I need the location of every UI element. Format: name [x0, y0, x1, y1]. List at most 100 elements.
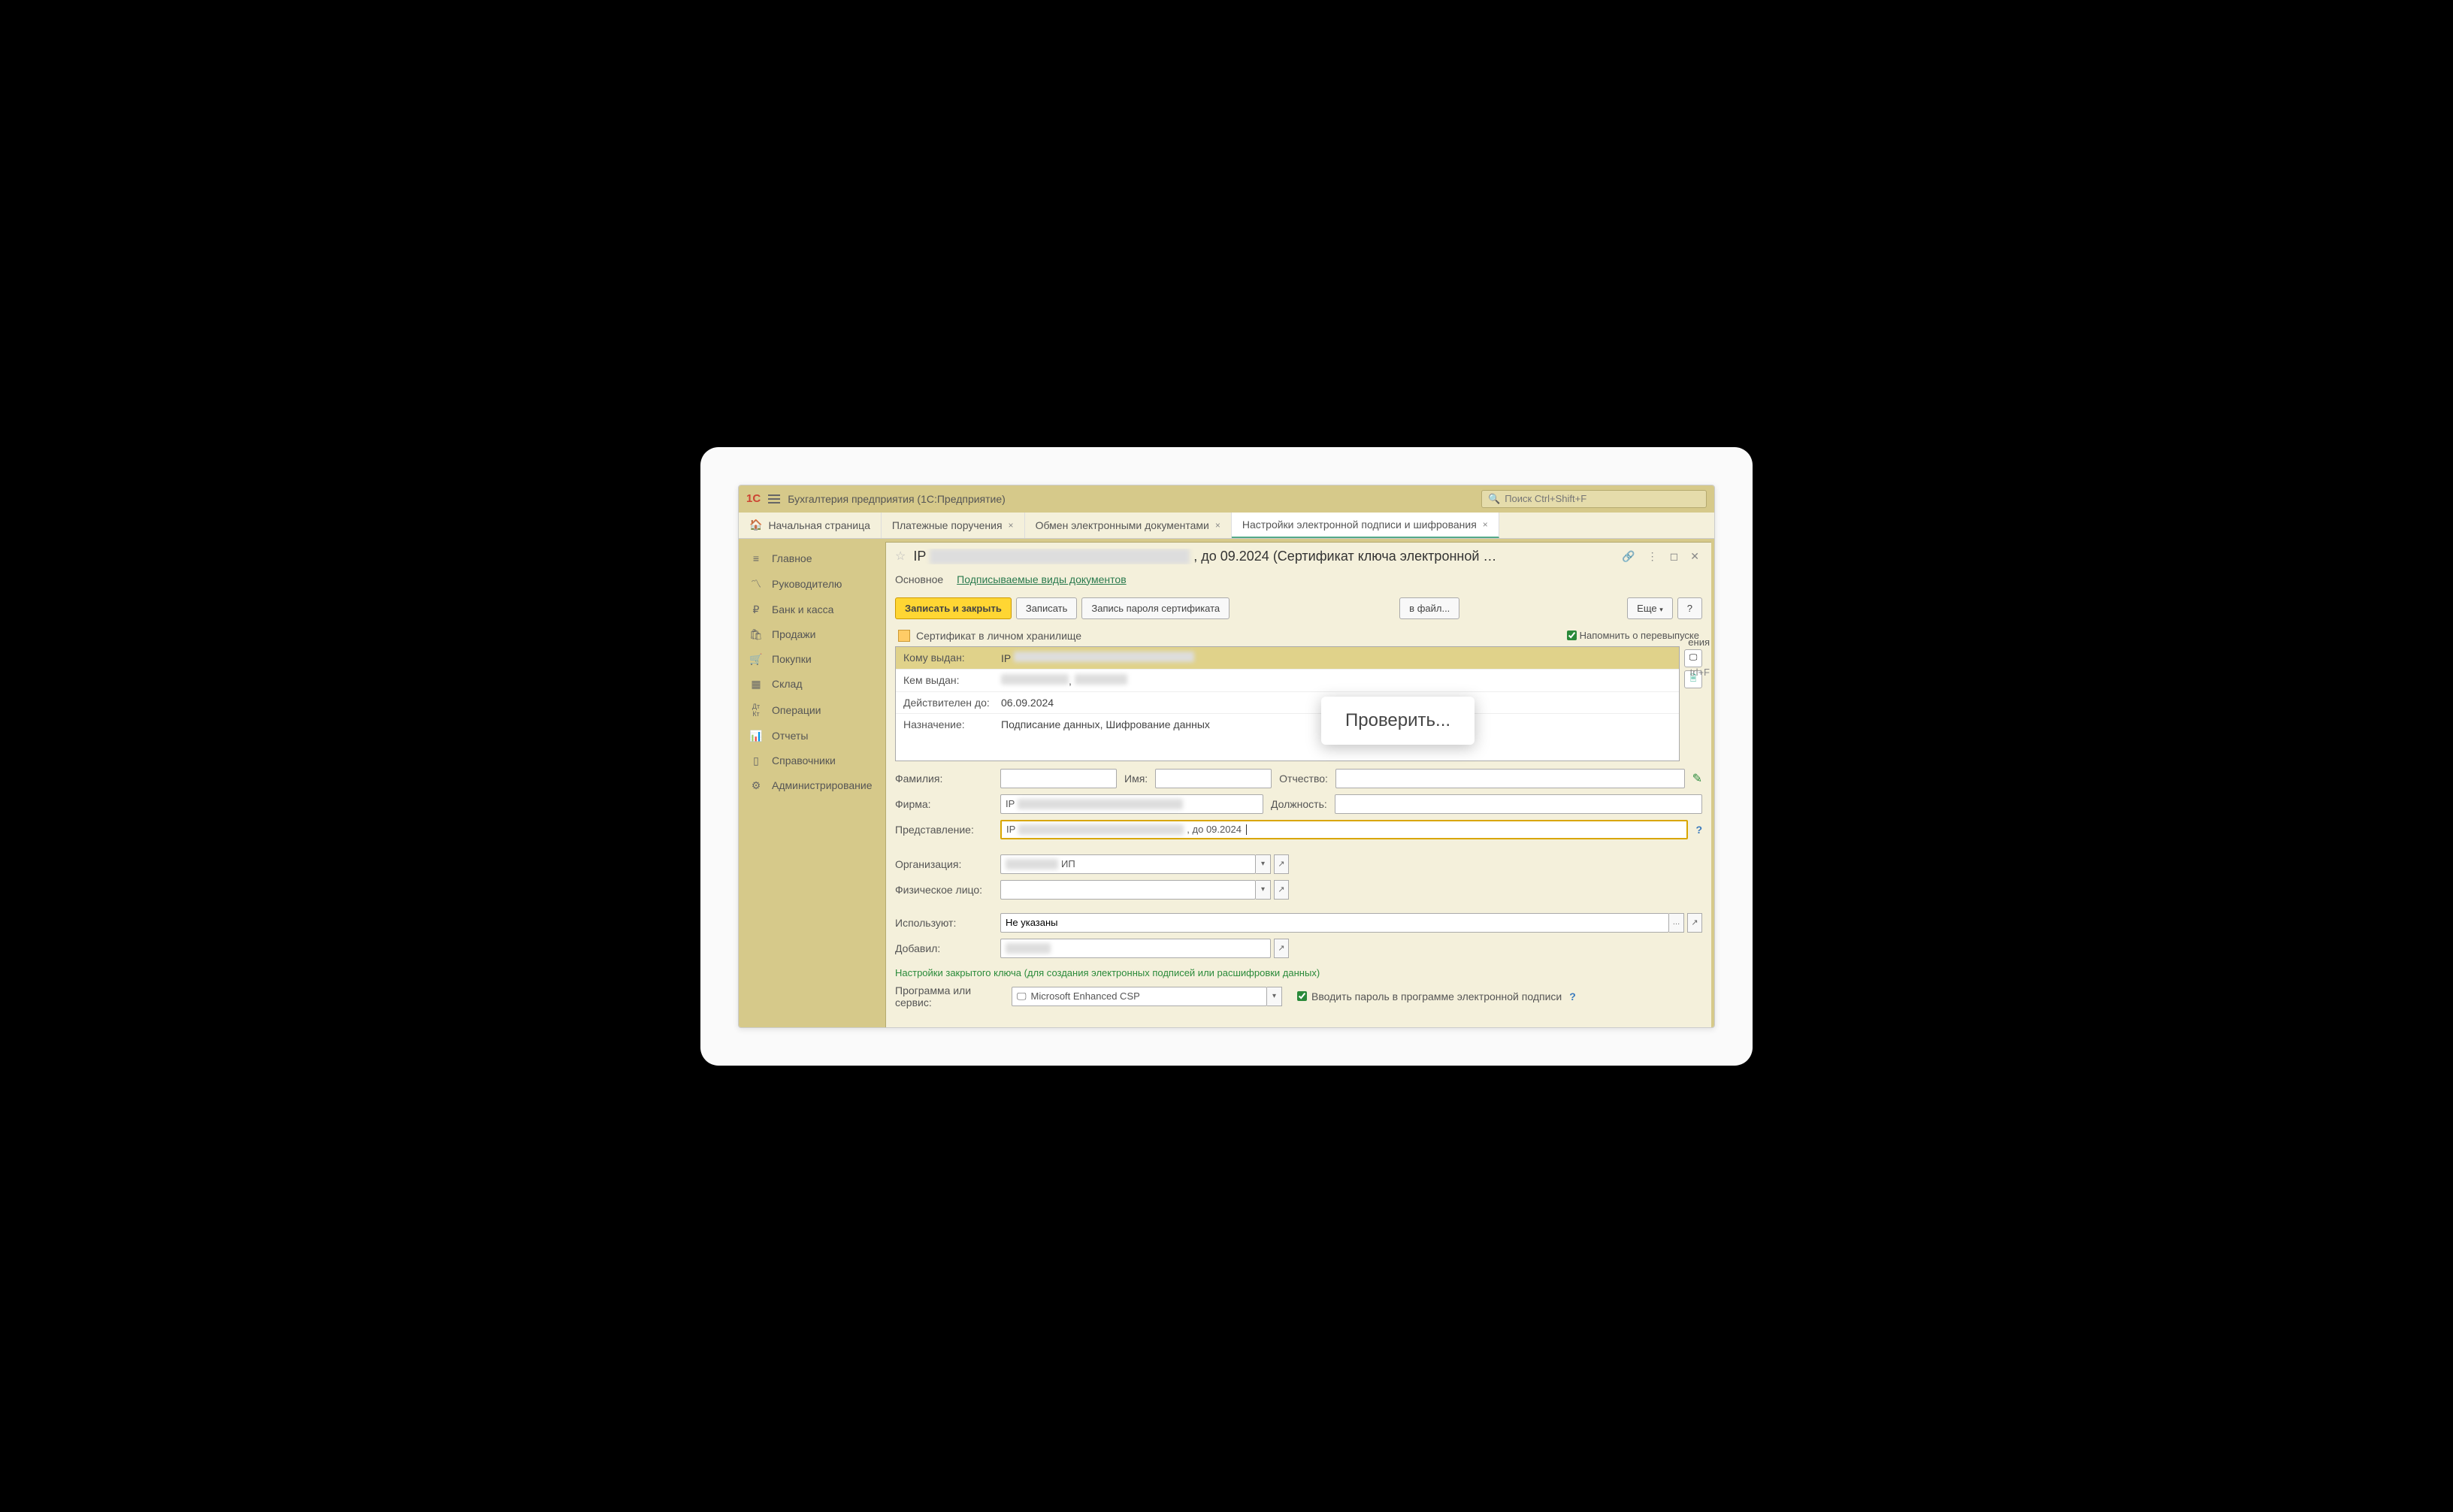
organization-input[interactable]: ИП [1000, 854, 1256, 874]
dtkt-icon: ДтКт [749, 703, 763, 718]
name-input[interactable] [1155, 769, 1272, 788]
purpose-label: Назначение: [903, 718, 1001, 730]
to-file-button[interactable]: в файл... [1399, 597, 1459, 619]
logo-1c: 1C [746, 492, 761, 505]
sidebar-item-main[interactable]: ≡Главное [739, 546, 885, 570]
gear-icon: ⚙ [749, 779, 763, 792]
person-open[interactable]: ↗ [1274, 880, 1289, 900]
issued-to-value: IP [1001, 652, 1671, 664]
close-icon[interactable]: × [1483, 519, 1488, 530]
sidebar: ≡Главное 〽Руководителю ₽Банк и касса 🛍Пр… [739, 539, 885, 1027]
users-label: Используют: [895, 917, 993, 929]
sidebar-item-warehouse[interactable]: ▦Склад [739, 672, 885, 697]
main-panel: ☆ IP XXXXXXXXXX XXXXXXXXX XXXXXXXXX , до… [885, 542, 1711, 1027]
list-icon: ≡ [749, 552, 763, 564]
search-input[interactable] [1505, 493, 1700, 504]
organization-label: Организация: [895, 858, 993, 870]
tab-edoc[interactable]: Обмен электронными документами × [1025, 513, 1232, 538]
added-label: Добавил: [895, 942, 993, 954]
users-input[interactable] [1000, 913, 1669, 933]
position-label: Должность: [1271, 798, 1327, 810]
representation-input[interactable]: IP , до 09.2024 [1000, 820, 1688, 839]
sidebar-item-directories[interactable]: ▯Справочники [739, 748, 885, 773]
cert-store-icon [898, 630, 910, 642]
tab-payments[interactable]: Платежные поручения × [882, 513, 1025, 538]
patronymic-input[interactable] [1335, 769, 1685, 788]
verify-popup[interactable]: Проверить... [1321, 697, 1475, 745]
help-icon[interactable]: ? [1569, 990, 1576, 1002]
org-dropdown[interactable]: ▾ [1256, 854, 1271, 874]
certificate-info: Кому выдан: IP Кем выдан: , Действителен… [895, 646, 1680, 761]
program-label: Программа или сервис: [895, 984, 1004, 1009]
search-box[interactable]: 🔍 [1481, 490, 1707, 508]
edit-icon[interactable]: ✎ [1692, 771, 1702, 786]
added-input[interactable] [1000, 939, 1271, 958]
program-dropdown[interactable]: ▾ [1267, 987, 1282, 1006]
valid-label: Действителен до: [903, 697, 1001, 709]
save-password-button[interactable]: Запись пароля сертификата [1081, 597, 1230, 619]
sidebar-item-purchases[interactable]: 🛒Покупки [739, 647, 885, 672]
sidebar-item-admin[interactable]: ⚙Администрирование [739, 773, 885, 798]
sidebar-item-sales[interactable]: 🛍Продажи [739, 622, 885, 647]
person-input[interactable] [1000, 880, 1256, 900]
monitor-icon: 🖵 [1017, 990, 1027, 1002]
issued-by-value: , [1001, 674, 1671, 687]
help-button[interactable]: ? [1677, 597, 1702, 619]
enter-password-checkbox[interactable]: Вводить пароль в программе электронной п… [1297, 990, 1562, 1002]
star-icon[interactable]: ☆ [895, 549, 906, 564]
cert-detail-button[interactable]: 🖵 [1684, 649, 1702, 667]
cert-status-text: Сертификат в личном хранилище [916, 630, 1081, 642]
books-icon: ▯ [749, 754, 763, 767]
issued-to-label: Кому выдан: [903, 652, 1001, 664]
sidebar-item-manager[interactable]: 〽Руководителю [739, 570, 885, 597]
ruble-icon: ₽ [749, 603, 763, 616]
firm-input[interactable]: IP [1000, 794, 1263, 814]
person-dropdown[interactable]: ▾ [1256, 880, 1271, 900]
remind-checkbox[interactable]: Напомнить о перевыпуске [1567, 630, 1699, 641]
home-icon: 🏠 [749, 519, 762, 531]
search-icon: 🔍 [1488, 493, 1500, 505]
representation-label: Представление: [895, 824, 993, 836]
save-close-button[interactable]: Записать и закрыть [895, 597, 1012, 619]
surname-label: Фамилия: [895, 773, 993, 785]
issued-by-label: Кем выдан: [903, 674, 1001, 687]
chevron-down-icon: ▾ [1659, 606, 1663, 613]
program-input[interactable]: 🖵 Microsoft Enhanced CSP [1012, 987, 1267, 1006]
bag-icon: 🛍 [749, 628, 763, 641]
tab-signature-settings[interactable]: Настройки электронной подписи и шифрован… [1232, 513, 1499, 538]
panel-title: IP XXXXXXXXXX XXXXXXXXX XXXXXXXXX , до 0… [913, 549, 1611, 564]
link-icon[interactable]: 🔗 [1619, 549, 1638, 564]
position-input[interactable] [1335, 794, 1702, 814]
inner-tab-docs[interactable]: Подписываемые виды документов [957, 572, 1126, 587]
sidebar-item-reports[interactable]: 📊Отчеты [739, 724, 885, 748]
patronymic-label: Отчество: [1279, 773, 1328, 785]
menu-hamburger[interactable] [768, 494, 780, 503]
save-button[interactable]: Записать [1016, 597, 1078, 619]
sidebar-item-operations[interactable]: ДтКтОперации [739, 697, 885, 724]
org-open[interactable]: ↗ [1274, 854, 1289, 874]
chart-icon: 〽 [749, 576, 763, 591]
close-icon[interactable]: × [1009, 520, 1014, 531]
maximize-icon[interactable]: ◻ [1667, 549, 1682, 564]
surname-input[interactable] [1000, 769, 1117, 788]
close-icon[interactable]: × [1215, 520, 1220, 531]
clipped-text: ения [1688, 637, 1710, 648]
help-icon[interactable]: ? [1695, 824, 1702, 836]
stack-icon: ▦ [749, 678, 763, 691]
tab-home-label: Начальная страница [768, 519, 870, 531]
users-more[interactable]: … [1669, 913, 1684, 933]
person-label: Физическое лицо: [895, 884, 993, 896]
more-button[interactable]: Еще ▾ [1627, 597, 1673, 619]
app-title: Бухгалтерия предприятия (1С:Предприятие) [788, 493, 1474, 505]
firm-label: Фирма: [895, 798, 993, 810]
tab-home[interactable]: 🏠 Начальная страница [739, 513, 882, 538]
name-label: Имя: [1124, 773, 1148, 785]
more-icon[interactable]: ⋮ [1644, 549, 1661, 564]
added-open[interactable]: ↗ [1274, 939, 1289, 958]
inner-tab-main[interactable]: Основное [895, 572, 943, 587]
sidebar-item-bank[interactable]: ₽Банк и касса [739, 597, 885, 622]
close-panel-icon[interactable]: ✕ [1687, 549, 1702, 564]
clipped-text: trl+F [1690, 667, 1710, 678]
users-open[interactable]: ↗ [1687, 913, 1702, 933]
key-settings-heading: Настройки закрытого ключа (для создания … [895, 967, 1702, 978]
